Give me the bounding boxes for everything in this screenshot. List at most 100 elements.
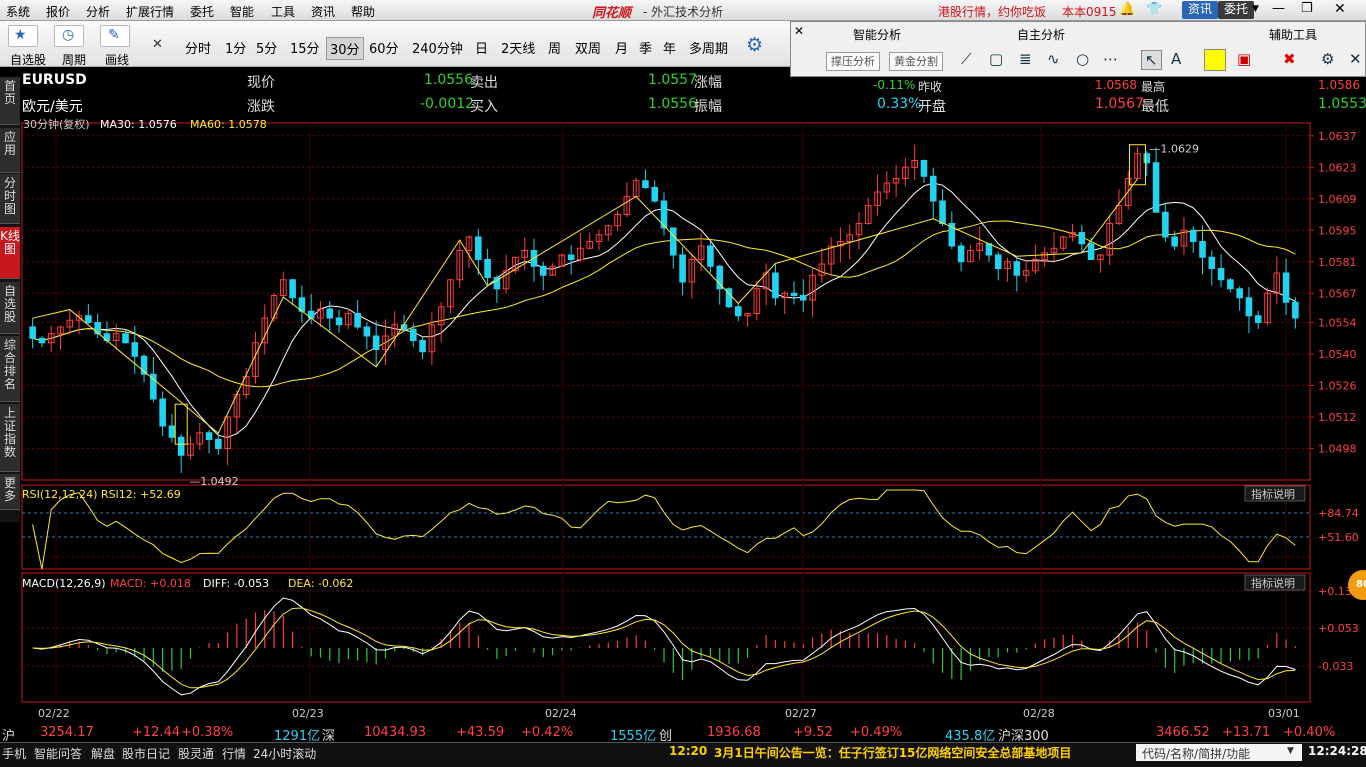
candle-body [679, 254, 686, 283]
tab-apps[interactable]: 应用 [0, 128, 20, 173]
period-timeshare[interactable]: 分时 [182, 37, 214, 58]
cursor-pointer-icon[interactable]: ↖ [1141, 50, 1162, 70]
candle-body [289, 279, 296, 299]
candle-body [1282, 272, 1290, 303]
hs300-value[interactable]: 3466.52 [1156, 725, 1210, 740]
kline-chart[interactable]: 1.0637 1.0623 1.0609 1.0595 1.0581 1.0567 1.05… [20, 117, 1366, 723]
golden-section-button[interactable]: 黄金分割 [889, 52, 943, 71]
date-label: 03/01 [1268, 707, 1300, 720]
diff-value: DIFF: -0.053 [203, 577, 269, 590]
close-icon[interactable]: ✕ [1334, 1, 1346, 17]
period-60min[interactable]: 60分 [366, 37, 402, 58]
menu-smart[interactable]: 智能 [230, 3, 254, 20]
period-5min[interactable]: 5分 [253, 37, 280, 58]
period-240min[interactable]: 240分钟 [409, 37, 466, 58]
quote-link[interactable]: 行情 [222, 745, 246, 762]
more-dots-icon[interactable]: ⋯ [1103, 50, 1118, 68]
sh-pct: +0.38% [181, 725, 234, 740]
news-ticker[interactable]: 3月1日午间公告一览：任子行签订15亿网络空间安全总部基地项目 [714, 744, 1071, 761]
self-analysis-header: 自主分析 [1017, 28, 1066, 42]
mobile-link[interactable]: 手机 [2, 745, 26, 762]
circle-icon[interactable]: ○ [1076, 50, 1089, 68]
period-day[interactable]: 日 [472, 37, 491, 58]
promo-link[interactable]: 港股行情，约你吃饭 [938, 3, 1046, 20]
tab-more[interactable]: 更多 [0, 474, 20, 510]
period-week[interactable]: 周 [545, 37, 564, 58]
sz-value[interactable]: 10434.93 [364, 725, 426, 740]
fibonacci-icon[interactable]: ≣ [1019, 50, 1032, 68]
close-panel-icon[interactable]: ✕ [794, 24, 804, 38]
period-year[interactable]: 年 [660, 37, 679, 58]
watchlist-label[interactable]: 自选股 [10, 51, 46, 68]
cy-change: +9.52 [793, 725, 833, 740]
menu-news[interactable]: 资讯 [311, 3, 335, 20]
rolling-24h-link[interactable]: 24小时滚动 [253, 745, 316, 762]
price-tick-label: 1.0512 [1318, 411, 1357, 424]
settings-gear-icon[interactable]: ⚙ [1321, 50, 1334, 68]
menu-help[interactable]: 帮助 [351, 3, 375, 20]
label-chg-pct: 涨幅 [694, 75, 722, 91]
save-drawing-icon[interactable]: ▣ [1237, 50, 1251, 68]
period-multi[interactable]: 多周期 [686, 37, 731, 58]
trade-dropdown-button[interactable]: 委托 [1218, 1, 1255, 19]
tab-timeshare[interactable]: 分时图 [0, 174, 20, 224]
market-diary-link[interactable]: 股市日记 [122, 745, 170, 762]
period-season[interactable]: 季 [636, 37, 655, 58]
tab-watchlist[interactable]: 自选股 [0, 282, 20, 334]
stock-tong-link[interactable]: 股灵通 [178, 745, 214, 762]
menu-extended-quote[interactable]: 扩展行情 [126, 3, 174, 20]
shirt-icon[interactable]: 👕 [1146, 2, 1162, 17]
wave-icon[interactable]: ∿ [1047, 50, 1060, 68]
menu-quote[interactable]: 报价 [46, 3, 70, 20]
close-toolbar-icon[interactable]: ✕ [152, 37, 163, 52]
period-1min[interactable]: 1分 [222, 37, 249, 58]
period-clock-icon[interactable]: ◷ [54, 25, 84, 47]
period-15min[interactable]: 15分 [287, 37, 323, 58]
color-swatch-icon[interactable] [1204, 49, 1226, 71]
minimize-icon[interactable]: — [1272, 1, 1285, 16]
market-commentary-link[interactable]: 解盘 [91, 745, 115, 762]
period-2day[interactable]: 2天线 [498, 37, 538, 58]
menu-tools[interactable]: 工具 [271, 3, 295, 20]
tab-home-label: 首页 [3, 79, 16, 106]
menu-trade[interactable]: 委托 [190, 3, 214, 20]
watchlist-star-icon[interactable]: ★ [8, 25, 38, 47]
rectangle-icon[interactable]: ▢ [989, 50, 1003, 68]
delete-drawing-icon[interactable]: ✖ [1283, 50, 1296, 68]
zigzag-line [32, 178, 1138, 434]
tab-apps-label: 应用 [3, 130, 16, 157]
period-30min[interactable]: 30分 [326, 37, 364, 60]
text-tool-icon[interactable]: A [1171, 50, 1181, 68]
high-label: —1.0629 [1150, 143, 1200, 156]
gear-icon[interactable]: ⚙ [746, 34, 763, 56]
candle-body [122, 333, 129, 344]
period-month[interactable]: 月 [612, 37, 631, 58]
period-biweek[interactable]: 双周 [572, 37, 604, 58]
candle-body [1227, 279, 1234, 290]
period-label[interactable]: 周期 [62, 51, 86, 68]
smart-analysis-header: 智能分析 [853, 28, 902, 42]
smart-qa-link[interactable]: 智能问答 [34, 745, 82, 762]
menu-system[interactable]: 系统 [6, 3, 30, 20]
cy-value[interactable]: 1936.68 [707, 725, 761, 740]
support-resistance-button[interactable]: 撑压分析 [826, 52, 880, 71]
code-search-input[interactable]: 代码/名称/简拼/功能 [1136, 744, 1302, 761]
bell-icon[interactable]: 🔔 [1119, 2, 1135, 17]
restore-icon[interactable]: ❐ [1301, 1, 1313, 16]
draw-line-label[interactable]: 画线 [105, 51, 129, 68]
tab-kline[interactable]: K线图 [0, 227, 20, 279]
sh-value[interactable]: 3254.17 [40, 725, 94, 740]
trendline-icon[interactable]: ⟋ [961, 50, 972, 68]
tab-home[interactable]: 首页 [0, 77, 20, 125]
tab-ranking[interactable]: 综合排名 [0, 336, 20, 402]
close-x-icon[interactable]: ✕ [1349, 50, 1362, 68]
news-button[interactable]: 资讯 [1182, 1, 1219, 19]
menu-analysis[interactable]: 分析 [86, 3, 110, 20]
candle-body [1254, 315, 1262, 323]
tab-sh-index[interactable]: 上证指数 [0, 404, 20, 472]
draw-pen-icon[interactable]: ✎ [100, 25, 130, 47]
candle-body [168, 425, 176, 438]
cy-pct: +0.49% [850, 725, 903, 740]
chevron-down-icon[interactable]: ▼ [1252, 4, 1259, 14]
dropdown-arrow-icon[interactable]: ▼ [1287, 746, 1294, 756]
